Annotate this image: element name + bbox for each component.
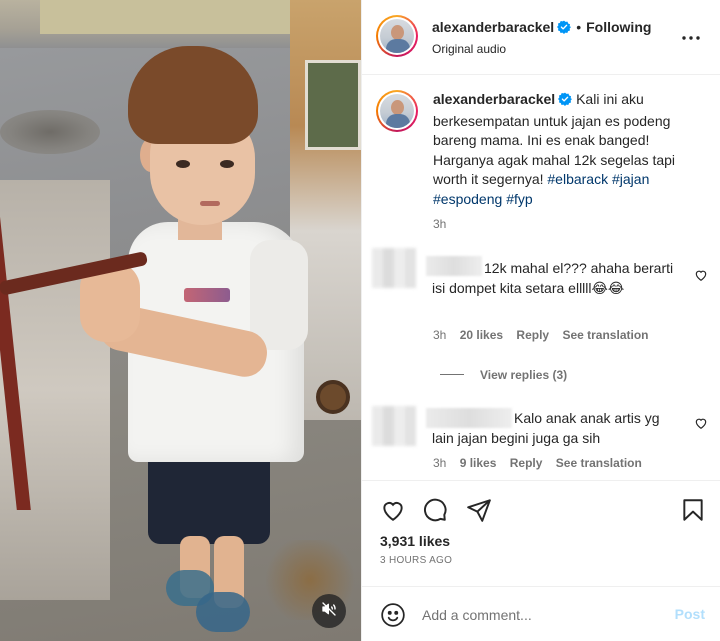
caption-text: alexanderbarackel Kali ini aku berkesemp… xyxy=(433,90,683,235)
see-translation-button[interactable]: See translation xyxy=(562,328,648,342)
view-replies-button[interactable]: View replies (3) xyxy=(480,368,567,382)
comment-text: 12k mahal el??? ahaha berarti isi dompet… xyxy=(432,260,674,296)
header-separator: • xyxy=(576,19,582,35)
like-comment-button[interactable] xyxy=(694,268,708,282)
comment-text: Kalo anak anak artis yg lain jajan begin… xyxy=(432,410,660,446)
original-audio-link[interactable]: Original audio xyxy=(432,42,506,56)
comment-meta: 3h 20 likes Reply See translation xyxy=(433,328,648,342)
heart-outline-icon xyxy=(380,502,406,527)
speaker-muted-icon xyxy=(321,601,337,622)
comment-bubble-icon xyxy=(422,498,448,527)
caption-author-avatar[interactable] xyxy=(376,90,418,132)
commenter-avatar-blurred[interactable] xyxy=(372,248,416,288)
comment-time: 3h xyxy=(433,456,447,470)
like-comment-button[interactable] xyxy=(694,416,708,430)
author-username[interactable]: alexanderbarackel xyxy=(432,19,554,35)
share-button[interactable] xyxy=(466,497,492,523)
shirt-logo xyxy=(184,288,230,302)
reply-button[interactable]: Reply xyxy=(510,456,543,470)
more-horizontal-icon xyxy=(679,36,703,54)
comment-time: 3h xyxy=(433,328,447,342)
verified-badge-icon xyxy=(558,92,573,112)
see-translation-button[interactable]: See translation xyxy=(556,456,642,470)
post-media[interactable] xyxy=(0,0,361,641)
child-eye-right xyxy=(220,160,234,168)
child-sleeve xyxy=(250,240,308,350)
author-avatar[interactable] xyxy=(376,15,418,57)
header-title-row: alexanderbarackel • Following xyxy=(432,19,651,39)
child-mouth xyxy=(200,201,220,206)
comment-meta: 3h 9 likes Reply See translation xyxy=(433,456,642,470)
child-eye-left xyxy=(176,160,190,168)
action-bar: 3,931 likes 3 HOURS AGO xyxy=(362,480,720,585)
reply-button[interactable]: Reply xyxy=(516,328,549,342)
like-button[interactable] xyxy=(380,497,406,523)
comment-button[interactable] xyxy=(422,497,448,523)
heart-outline-icon xyxy=(694,269,708,286)
caption-username[interactable]: alexanderbarackel xyxy=(433,91,555,107)
hashtag-elbarack[interactable]: #elbarack xyxy=(547,171,608,187)
comment-item: Kalo anak anak artis yg lain jajan begin… xyxy=(362,402,720,472)
child-figure xyxy=(0,0,361,641)
mute-button[interactable] xyxy=(312,594,346,628)
post-comment-button[interactable]: Post xyxy=(675,606,705,622)
commenter-avatar-blurred[interactable] xyxy=(372,406,416,446)
smiley-icon xyxy=(380,603,406,632)
replies-divider xyxy=(440,374,464,376)
comment-item: 12k mahal el??? ahaha berarti isi dompet… xyxy=(362,242,720,382)
post-panel: alexanderbarackel • Following Original aud… xyxy=(361,0,720,641)
child-sandal-right xyxy=(196,592,250,632)
save-button[interactable] xyxy=(680,497,706,523)
paper-plane-icon xyxy=(466,499,492,527)
more-options-button[interactable] xyxy=(679,26,703,50)
emoji-button[interactable] xyxy=(380,602,406,628)
child-hair xyxy=(128,46,258,144)
following-button[interactable]: Following xyxy=(586,19,651,35)
post-header: alexanderbarackel • Following Original aud… xyxy=(362,0,720,75)
hashtag-fyp[interactable]: #fyp xyxy=(506,191,532,207)
add-comment-bar: Post xyxy=(362,586,720,641)
comment-likes[interactable]: 20 likes xyxy=(460,328,503,342)
comments-list[interactable]: alexanderbarackel Kali ini aku berkesemp… xyxy=(362,76,720,480)
view-replies-row[interactable]: View replies (3) xyxy=(440,366,567,384)
bookmark-icon xyxy=(680,499,706,527)
caption-time: 3h xyxy=(433,217,447,231)
hashtag-espodeng[interactable]: #espodeng xyxy=(433,191,502,207)
hashtag-jajan[interactable]: #jajan xyxy=(612,171,649,187)
post-timestamp: 3 HOURS AGO xyxy=(380,555,453,566)
verified-badge-icon xyxy=(557,20,572,39)
comment-input[interactable] xyxy=(422,603,662,627)
likes-count[interactable]: 3,931 likes xyxy=(380,533,450,549)
comment-likes[interactable]: 9 likes xyxy=(460,456,497,470)
heart-outline-icon xyxy=(694,417,708,434)
